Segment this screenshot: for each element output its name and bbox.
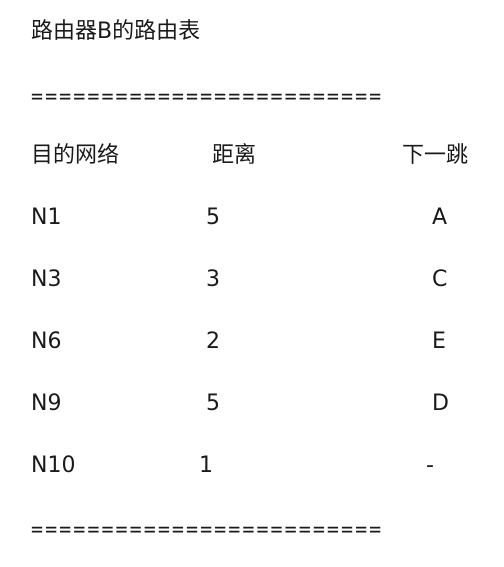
row-destination: N9 [31,391,62,416]
row-next-hop: A [432,205,448,230]
separator-top: ========================= [31,84,384,108]
row-destination: N10 [31,453,76,478]
routing-table-document: 路由器B的路由表 ========================= 目的网络 … [0,0,504,567]
row-distance: 3 [206,267,220,292]
row-next-hop: D [432,391,449,416]
separator-bottom: ========================= [31,517,384,541]
row-destination: N1 [31,205,62,230]
header-destination-network: 目的网络 [31,143,120,168]
row-distance: 5 [206,391,220,416]
header-next-hop: 下一跳 [402,143,469,168]
row-distance: 1 [199,453,213,478]
row-next-hop: - [426,453,434,478]
row-distance: 5 [206,205,220,230]
row-destination: N3 [31,267,62,292]
row-destination: N6 [31,329,62,354]
row-next-hop: E [432,329,446,354]
header-distance: 距离 [212,143,257,168]
row-distance: 2 [206,329,220,354]
row-next-hop: C [432,267,448,292]
page-title: 路由器B的路由表 [31,19,201,44]
